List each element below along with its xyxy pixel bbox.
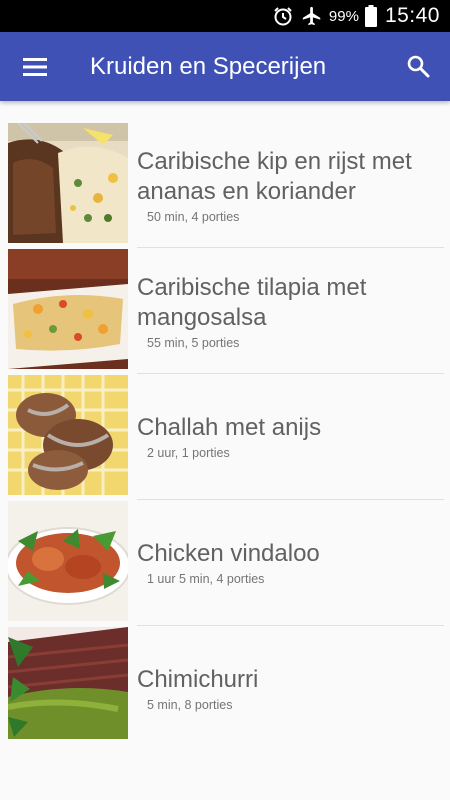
recipe-thumbnail (8, 375, 128, 495)
recipe-item-chimichurri[interactable]: Chimichurri 5 min, 8 porties (0, 605, 450, 739)
recipe-title: Chimichurri (137, 666, 259, 693)
recipe-item-challah[interactable]: Challah met anijs 2 uur, 1 porties (0, 353, 450, 500)
recipe-thumbnail (8, 249, 128, 369)
recipe-text: Chicken vindaloo 1 uur 5 min, 4 porties (137, 539, 437, 586)
search-button[interactable] (404, 52, 432, 80)
recipe-title: Caribische kip en rijst met ananas en ko… (137, 148, 412, 205)
recipe-item-chicken-vindaloo[interactable]: Chicken vindaloo 1 uur 5 min, 4 porties (0, 479, 450, 626)
recipe-text: Challah met anijs 2 uur, 1 porties (137, 413, 437, 460)
recipe-text: Caribische kip en rijst met ananas en ko… (137, 147, 437, 224)
app-title: Kruiden en Specerijen (90, 53, 327, 80)
recipe-text: Chimichurri 5 min, 8 porties (137, 665, 437, 712)
recipe-meta: 50 min, 4 porties (147, 210, 240, 224)
recipe-meta: 1 uur 5 min, 4 porties (147, 572, 265, 586)
status-bar: 99% 15:40 (0, 0, 450, 32)
recipe-item-caribische-kip[interactable]: Caribische kip en rijst met ananas en ko… (0, 101, 450, 248)
search-icon (407, 55, 430, 78)
menu-icon (23, 58, 47, 76)
recipe-title: Chicken vindaloo (137, 540, 320, 567)
recipe-thumbnail (8, 123, 128, 243)
recipe-meta: 2 uur, 1 porties (147, 446, 230, 460)
recipe-title: Caribische tilapia met mangosalsa (137, 274, 367, 331)
alarm-icon (272, 5, 294, 27)
recipe-text: Caribische tilapia met mangosalsa 55 min… (137, 273, 437, 350)
battery-percentage: 99% (328, 7, 359, 25)
battery-icon (364, 5, 377, 27)
recipe-thumbnail (8, 627, 128, 739)
recipe-meta: 5 min, 8 porties (147, 698, 233, 712)
menu-button[interactable] (22, 54, 48, 80)
clock: 15:40 (384, 4, 440, 27)
recipe-item-caribische-tilapia[interactable]: Caribische tilapia met mangosalsa 55 min… (0, 227, 450, 374)
app-bar: Kruiden en Specerijen (0, 32, 450, 101)
recipe-title: Challah met anijs (137, 414, 322, 441)
recipe-thumbnail (8, 501, 128, 621)
airplane-icon (300, 5, 324, 27)
recipe-meta: 55 min, 5 porties (147, 336, 240, 350)
